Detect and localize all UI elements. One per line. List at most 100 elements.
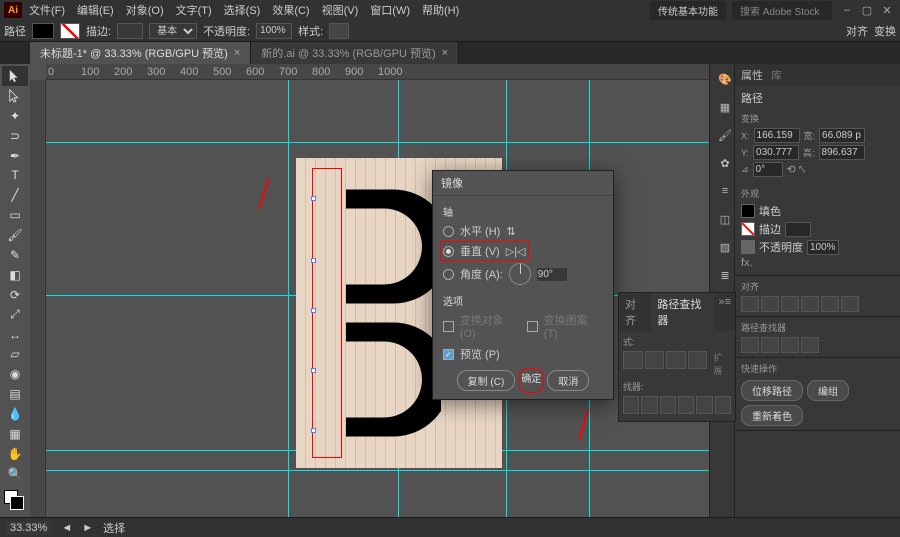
nav-prev[interactable]: ◄ xyxy=(61,522,72,534)
guide[interactable] xyxy=(46,142,709,143)
menu-select[interactable]: 选择(S) xyxy=(219,0,266,20)
horizontal-radio[interactable] xyxy=(443,226,454,237)
x-input[interactable] xyxy=(754,128,800,143)
cancel-button[interactable]: 取消 xyxy=(547,370,589,391)
brush-tool[interactable]: 🖌 xyxy=(2,225,28,245)
direct-selection-tool[interactable] xyxy=(2,86,28,106)
lasso-tool[interactable]: ⊃ xyxy=(2,126,28,146)
window-minimize[interactable]: – xyxy=(838,3,856,17)
menu-object[interactable]: 对象(O) xyxy=(121,0,169,20)
align-vcenter[interactable] xyxy=(821,296,839,312)
menu-type[interactable]: 文字(T) xyxy=(171,0,217,20)
rotate-tool[interactable]: ⟳ xyxy=(2,285,28,305)
close-icon[interactable]: × xyxy=(442,47,448,59)
selection-tool[interactable] xyxy=(2,66,28,86)
anchor-point[interactable] xyxy=(311,308,316,313)
window-close[interactable]: ✕ xyxy=(878,3,896,17)
pen-tool[interactable]: ✒ xyxy=(2,146,28,166)
anchor-point[interactable] xyxy=(311,196,316,201)
brushes-panel-icon[interactable]: 🖌 xyxy=(713,124,737,146)
gradient-tool[interactable]: ▤ xyxy=(2,384,28,404)
stroke-weight[interactable] xyxy=(117,23,143,39)
menu-view[interactable]: 视图(V) xyxy=(317,0,364,20)
zoom-combo[interactable]: 33.33% xyxy=(6,521,51,535)
pf-crop[interactable] xyxy=(678,396,694,414)
menu-file[interactable]: 文件(F) xyxy=(24,0,70,20)
gradient-panel-icon[interactable]: ◫ xyxy=(713,208,737,230)
pf-merge[interactable] xyxy=(660,396,676,414)
w-input[interactable] xyxy=(819,128,865,143)
pf-minus[interactable] xyxy=(761,337,779,353)
fill-stroke-colors[interactable] xyxy=(0,490,30,517)
menu-help[interactable]: 帮助(H) xyxy=(417,0,464,20)
hand-tool[interactable]: ✋ xyxy=(2,444,28,464)
copy-button[interactable]: 复制 (C) xyxy=(457,370,516,391)
arrange-button[interactable]: 编组 xyxy=(807,380,849,401)
color-panel-icon[interactable]: 🎨 xyxy=(713,68,737,90)
magic-wand-tool[interactable]: ✦ xyxy=(2,106,28,126)
angle-radio[interactable] xyxy=(443,269,454,280)
stroke-weight-input[interactable] xyxy=(785,222,811,237)
opacity-swatch[interactable] xyxy=(741,240,755,254)
pf-unite[interactable] xyxy=(741,337,759,353)
stroke-swatch[interactable] xyxy=(741,222,755,236)
type-tool[interactable]: T xyxy=(2,165,28,185)
pencil-tool[interactable]: ✎ xyxy=(2,245,28,265)
preview-check[interactable] xyxy=(443,349,454,360)
tab-doc1[interactable]: 未标题-1* @ 33.33% (RGB/GPU 预览)× xyxy=(30,42,251,64)
anchor-point[interactable] xyxy=(311,368,316,373)
artboard-tool[interactable]: ▦ xyxy=(2,424,28,444)
align-hcenter[interactable] xyxy=(761,296,779,312)
menu-window[interactable]: 窗口(W) xyxy=(365,0,415,20)
scale-tool[interactable]: ⤢ xyxy=(2,305,28,325)
nav-next[interactable]: ► xyxy=(82,522,93,534)
eraser-tool[interactable]: ◧ xyxy=(2,265,28,285)
angle-input[interactable] xyxy=(537,268,567,281)
transparency-panel-icon[interactable]: ▨ xyxy=(713,236,737,258)
horizontal-ruler[interactable]: 01002003004005006007008009001000 xyxy=(46,64,709,80)
pf-exclude[interactable] xyxy=(801,337,819,353)
pf-outline[interactable] xyxy=(696,396,712,414)
guide[interactable] xyxy=(46,470,709,471)
angle-dial[interactable] xyxy=(509,263,531,285)
library-tab[interactable]: 库 xyxy=(771,67,782,83)
pf-minus-front[interactable] xyxy=(645,351,665,369)
eyedropper-tool[interactable]: 💧 xyxy=(2,404,28,424)
align-bottom[interactable] xyxy=(841,296,859,312)
opacity-input[interactable] xyxy=(256,23,292,39)
profile-select[interactable]: 基本 xyxy=(149,23,197,39)
pf-intersect[interactable] xyxy=(781,337,799,353)
width-tool[interactable]: ↔ xyxy=(2,325,28,345)
swatches-panel-icon[interactable]: ▦ xyxy=(713,96,737,118)
zoom-tool[interactable]: 🔍 xyxy=(2,464,28,484)
fx-button[interactable]: fx. xyxy=(741,257,753,269)
rectangle-tool[interactable]: ▭ xyxy=(2,205,28,225)
fill-swatch[interactable] xyxy=(32,23,54,39)
pathfinder-tab[interactable]: 路径查找器 xyxy=(651,293,714,331)
align-left[interactable] xyxy=(741,296,759,312)
layers-panel-icon[interactable]: ≣ xyxy=(713,264,737,286)
transform-menu[interactable]: 变换 xyxy=(874,23,896,39)
pf-exclude[interactable] xyxy=(688,351,708,369)
close-icon[interactable]: × xyxy=(234,47,240,59)
align-menu[interactable]: 对齐 xyxy=(846,23,868,39)
shape-builder-tool[interactable]: ◉ xyxy=(2,364,28,384)
line-tool[interactable]: ╱ xyxy=(2,185,28,205)
stroke-swatch[interactable] xyxy=(60,23,80,39)
window-maximize[interactable]: ▢ xyxy=(858,3,876,17)
workspace-switcher[interactable]: 传统基本功能 xyxy=(650,1,726,20)
menu-edit[interactable]: 编辑(E) xyxy=(72,0,119,20)
vertical-radio[interactable] xyxy=(443,246,454,257)
align-top[interactable] xyxy=(801,296,819,312)
pf-unite[interactable] xyxy=(623,351,643,369)
ok-button[interactable]: 确定 xyxy=(518,368,544,393)
letter-shape[interactable] xyxy=(346,188,441,438)
pf-trim[interactable] xyxy=(641,396,657,414)
menu-effect[interactable]: 效果(C) xyxy=(267,0,314,20)
tab-doc2[interactable]: 新的.ai @ 33.33% (RGB/GPU 预览)× xyxy=(251,42,459,64)
guide[interactable] xyxy=(288,80,289,517)
align-tab[interactable]: 对齐 xyxy=(619,293,651,331)
stroke-color[interactable] xyxy=(10,496,24,510)
search-input[interactable]: 搜索 Adobe Stock xyxy=(732,1,832,20)
fill-swatch[interactable] xyxy=(741,204,755,218)
